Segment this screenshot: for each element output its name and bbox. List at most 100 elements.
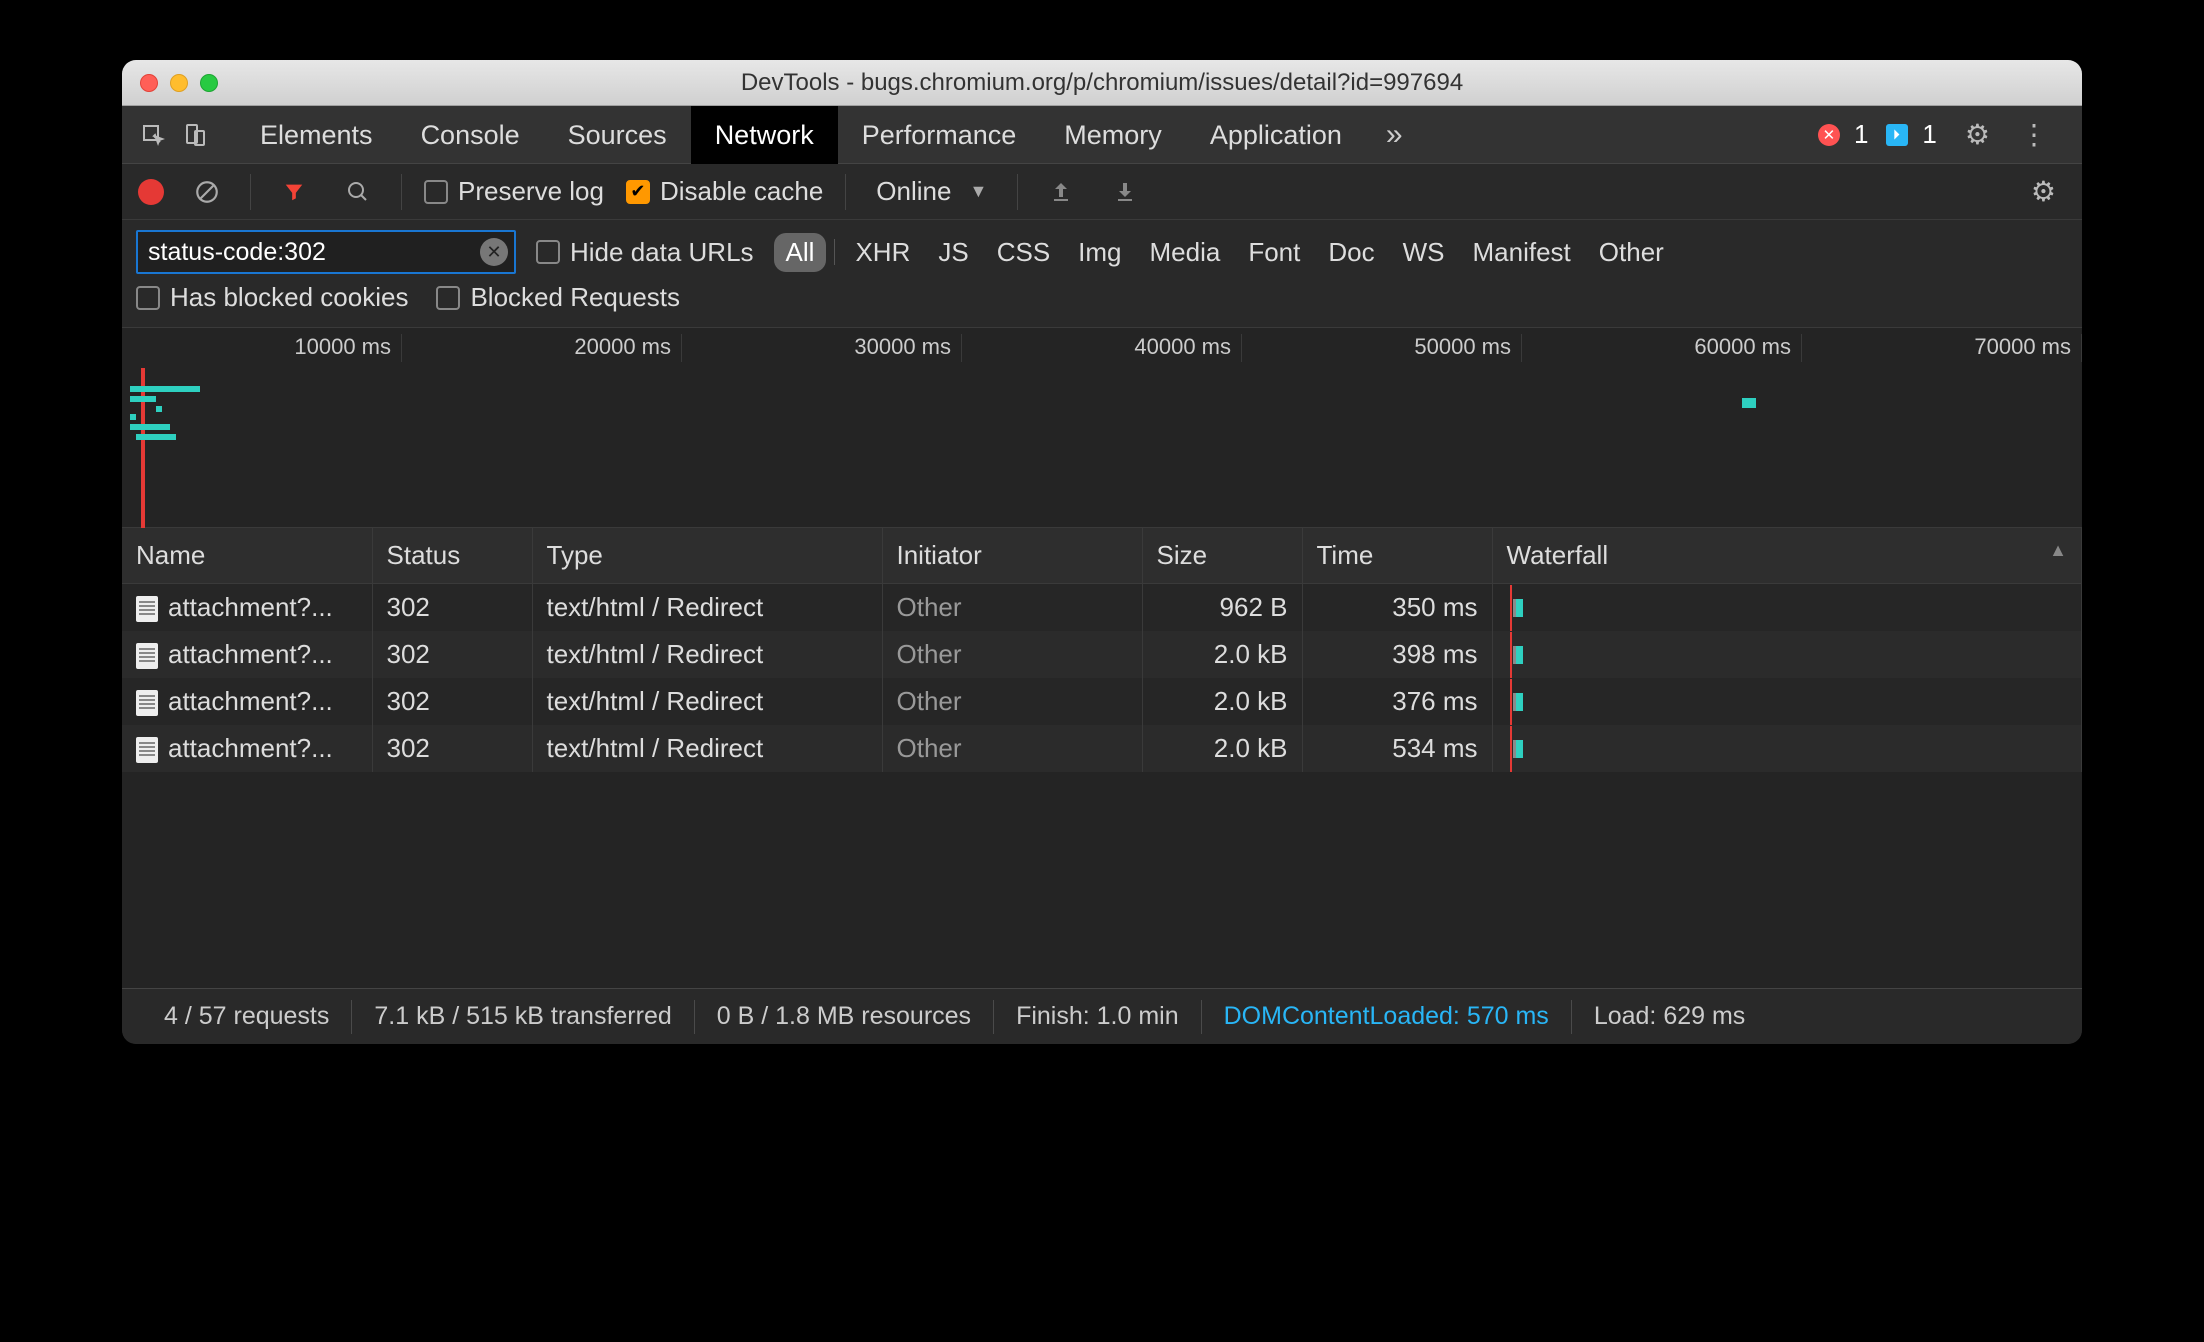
devtools-window: DevTools - bugs.chromium.org/p/chromium/… (122, 60, 2082, 1044)
window-title: DevTools - bugs.chromium.org/p/chromium/… (122, 69, 2082, 97)
blocked-requests-checkbox[interactable]: Blocked Requests (436, 282, 680, 313)
table-row[interactable]: attachment?...302text/html / RedirectOth… (122, 631, 2082, 678)
inspect-element-icon[interactable] (132, 114, 174, 156)
network-settings-gear-icon[interactable]: ⚙ (2021, 175, 2066, 208)
waterfall-cell (1507, 593, 2068, 623)
waterfall-bar (1513, 646, 1523, 664)
status-resources: 0 B / 1.8 MB resources (695, 1002, 993, 1031)
type-filter-js[interactable]: JS (926, 233, 980, 272)
request-type: text/html / Redirect (532, 725, 882, 772)
column-header-time[interactable]: Time (1302, 528, 1492, 584)
checkbox-icon[interactable] (536, 240, 560, 264)
record-button[interactable] (138, 179, 164, 205)
type-filter-xhr[interactable]: XHR (843, 233, 922, 272)
file-icon (136, 690, 158, 716)
download-har-icon[interactable] (1104, 171, 1146, 213)
waterfall-cell (1507, 687, 2068, 717)
request-initiator: Other (882, 725, 1142, 772)
panel-tabs: ElementsConsoleSourcesNetworkPerformance… (236, 106, 1366, 164)
request-initiator: Other (882, 631, 1142, 678)
request-type: text/html / Redirect (532, 584, 882, 632)
request-size: 962 B (1142, 584, 1302, 632)
column-header-size[interactable]: Size (1142, 528, 1302, 584)
waterfall-load-line (1510, 679, 1512, 725)
info-badge-icon[interactable]: ⏵ (1886, 124, 1908, 146)
info-count[interactable]: 1 (1922, 119, 1936, 150)
divider (834, 239, 835, 265)
tab-application[interactable]: Application (1186, 106, 1366, 164)
more-tabs-icon[interactable]: » (1366, 118, 1423, 152)
type-filter-other[interactable]: Other (1587, 233, 1676, 272)
tab-sources[interactable]: Sources (544, 106, 691, 164)
device-mode-icon[interactable] (174, 114, 216, 156)
status-requests: 4 / 57 requests (142, 1002, 351, 1031)
network-table: Name Status Type Initiator Size Time Wat… (122, 528, 2082, 772)
clear-icon[interactable] (186, 171, 228, 213)
hide-data-urls-label: Hide data URLs (570, 237, 754, 268)
column-header-type[interactable]: Type (532, 528, 882, 584)
tab-network[interactable]: Network (691, 106, 838, 164)
request-name: attachment?... (168, 686, 333, 716)
overview-bar (130, 396, 156, 402)
search-icon[interactable] (337, 171, 379, 213)
has-blocked-cookies-checkbox[interactable]: Has blocked cookies (136, 282, 408, 313)
error-count[interactable]: 1 (1854, 119, 1868, 150)
settings-gear-icon[interactable]: ⚙ (1955, 118, 2000, 151)
overview-tick: 60000 ms (1522, 334, 1802, 362)
table-row[interactable]: attachment?...302text/html / RedirectOth… (122, 584, 2082, 632)
overview-bar (130, 414, 136, 420)
preserve-log-checkbox[interactable]: Preserve log (424, 176, 604, 207)
upload-har-icon[interactable] (1040, 171, 1082, 213)
type-filter-css[interactable]: CSS (985, 233, 1062, 272)
request-type: text/html / Redirect (532, 631, 882, 678)
disable-cache-checkbox[interactable]: ✔ Disable cache (626, 176, 823, 207)
type-filter-doc[interactable]: Doc (1316, 233, 1386, 272)
file-icon (136, 596, 158, 622)
overview-bar (130, 424, 170, 430)
request-initiator: Other (882, 584, 1142, 632)
table-row[interactable]: attachment?...302text/html / RedirectOth… (122, 678, 2082, 725)
file-icon (136, 643, 158, 669)
type-filter-manifest[interactable]: Manifest (1461, 233, 1583, 272)
column-header-initiator[interactable]: Initiator (882, 528, 1142, 584)
hide-data-urls-checkbox[interactable]: Hide data URLs (536, 237, 754, 268)
table-row[interactable]: attachment?...302text/html / RedirectOth… (122, 725, 2082, 772)
type-filter-all[interactable]: All (774, 233, 827, 272)
type-filter-img[interactable]: Img (1066, 233, 1133, 272)
column-header-waterfall-label: Waterfall (1507, 540, 1609, 570)
overview-tick: 10000 ms (122, 334, 402, 362)
error-badge-icon[interactable]: ✕ (1818, 124, 1840, 146)
column-header-waterfall[interactable]: Waterfall ▲ (1492, 528, 2082, 584)
throttling-select[interactable]: Online ▼ (868, 176, 995, 207)
type-filter-font[interactable]: Font (1236, 233, 1312, 272)
status-load: Load: 629 ms (1572, 1002, 1768, 1031)
type-filter-media[interactable]: Media (1138, 233, 1233, 272)
type-filter-ws[interactable]: WS (1391, 233, 1457, 272)
request-size: 2.0 kB (1142, 631, 1302, 678)
column-header-status[interactable]: Status (372, 528, 532, 584)
tab-performance[interactable]: Performance (838, 106, 1041, 164)
kebab-menu-icon[interactable]: ⋮ (2010, 118, 2058, 151)
overview-bar (130, 386, 200, 392)
type-filters: All XHRJSCSSImgMediaFontDocWSManifestOthe… (774, 233, 1676, 272)
clear-filter-icon[interactable]: ✕ (480, 238, 508, 266)
filter-input[interactable] (148, 238, 480, 267)
request-size: 2.0 kB (1142, 725, 1302, 772)
waterfall-load-line (1510, 726, 1512, 772)
waterfall-cell (1507, 640, 2068, 670)
overview-timeline[interactable]: 10000 ms20000 ms30000 ms40000 ms50000 ms… (122, 328, 2082, 528)
checkbox-icon[interactable] (436, 286, 460, 310)
request-time: 534 ms (1302, 725, 1492, 772)
filter-input-wrap[interactable]: ✕ (136, 230, 516, 274)
tab-memory[interactable]: Memory (1040, 106, 1186, 164)
checkbox-icon[interactable] (424, 180, 448, 204)
column-header-name[interactable]: Name (122, 528, 372, 584)
checkbox-checked-icon[interactable]: ✔ (626, 180, 650, 204)
request-initiator: Other (882, 678, 1142, 725)
tab-elements[interactable]: Elements (236, 106, 397, 164)
divider (1017, 174, 1018, 210)
checkbox-icon[interactable] (136, 286, 160, 310)
filter-funnel-icon[interactable] (273, 171, 315, 213)
tab-console[interactable]: Console (397, 106, 544, 164)
request-status: 302 (372, 631, 532, 678)
